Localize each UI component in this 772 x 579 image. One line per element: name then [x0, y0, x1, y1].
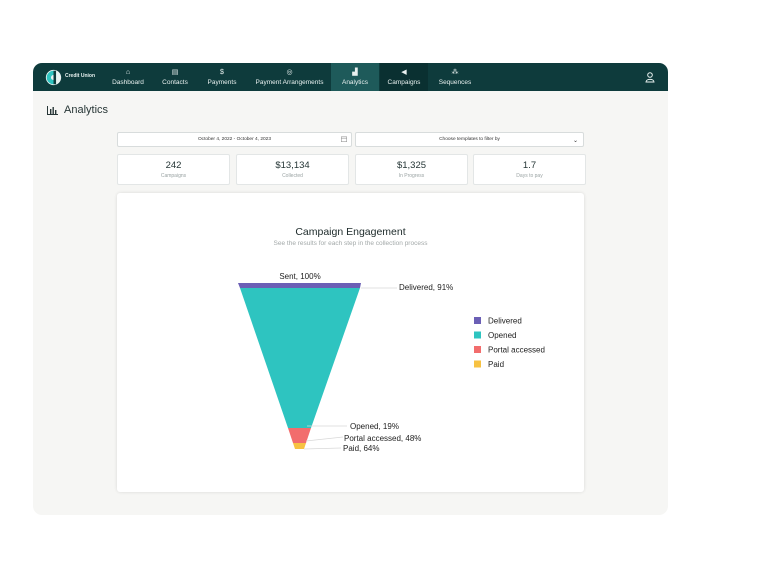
nav-payment-arrangements[interactable]: ◎ Payment Arrangements — [252, 63, 327, 91]
funnel-stage-label: Delivered, 91% — [399, 283, 453, 292]
funnel-segment-opened — [240, 288, 360, 428]
funnel-chart: Sent, 100% Delivered, 91% Opened, 19% Porta… — [238, 272, 545, 453]
funnel-leader-line — [305, 436, 344, 442]
kpi-value: $13,134 — [275, 160, 310, 171]
kpi-in-progress: $1,325 In Progress — [355, 154, 468, 185]
contacts-icon: ▤ — [171, 69, 179, 76]
calendar-icon[interactable] — [341, 136, 347, 142]
kpi-campaigns: 242 Campaigns — [117, 154, 230, 185]
nav-dashboard-label: Dashboard — [112, 79, 144, 86]
funnel-stage-label: Paid, 64% — [343, 444, 379, 453]
nav-dashboard[interactable]: ⌂ Dashboard — [110, 63, 146, 91]
megaphone-icon: ◀ — [401, 69, 407, 76]
nav-payment-arrangements-label: Payment Arrangements — [255, 79, 324, 86]
nav-campaigns[interactable]: ◀ Campaigns — [380, 63, 428, 91]
funnel-leader-line — [303, 447, 342, 450]
app-window: Credit Union ⌂ Dashboard ▤ Contacts $ Pa… — [33, 63, 668, 515]
nav-campaigns-label: Campaigns — [387, 79, 421, 86]
date-range-value: October 4, 2022 - October 4, 2023 — [197, 137, 272, 142]
sequence-icon: ⁂ — [451, 69, 459, 76]
nav-analytics[interactable]: ▟ Analytics — [331, 63, 379, 91]
funnel-stage-label: Sent, 100% — [279, 272, 320, 281]
arrangements-icon: ◎ — [286, 69, 293, 76]
kpi-label: Collected — [282, 173, 303, 179]
brand-name: Credit Union — [65, 73, 95, 79]
kpi-label: In Progress — [398, 173, 425, 179]
home-icon: ⌂ — [125, 69, 131, 76]
credit-union-logo-icon[interactable] — [45, 69, 62, 86]
analytics-icon: ▟ — [352, 69, 358, 76]
dollar-icon: $ — [220, 69, 224, 76]
nav-sequences-label: Sequences — [438, 79, 472, 86]
kpi-label: Days to pay — [516, 173, 543, 179]
nav-payments-label: Payments — [207, 79, 237, 86]
funnel-segment-paid — [293, 443, 306, 449]
kpi-label: Campaigns — [160, 173, 187, 179]
legend-label: Opened — [488, 331, 516, 340]
nav-sequences[interactable]: ⁂ Sequences — [435, 63, 475, 91]
kpi-days-to-pay: 1.7 Days to pay — [473, 154, 586, 185]
page-title-text: Analytics — [64, 104, 109, 116]
user-account-icon[interactable] — [644, 71, 656, 83]
legend-swatch — [474, 360, 481, 368]
nav-analytics-label: Analytics — [341, 79, 368, 86]
funnel-stage-label: Opened, 19% — [350, 422, 399, 431]
legend-label: Delivered — [488, 317, 522, 326]
funnel-stage-label: Portal accessed, 48% — [344, 434, 421, 443]
kpi-value: 1.7 — [522, 160, 537, 171]
legend-swatch — [474, 317, 481, 324]
kpi-value: 242 — [165, 160, 182, 171]
chevron-down-icon: ⌄ — [572, 138, 578, 144]
legend-swatch — [474, 331, 481, 339]
nav-contacts-label: Contacts — [162, 79, 188, 86]
template-filter-placeholder: Choose templates to filter by — [439, 137, 500, 142]
date-range-input[interactable]: October 4, 2022 - October 4, 2023 — [117, 132, 352, 147]
funnel-segment-delivered — [238, 283, 361, 288]
kpi-collected: $13,134 Collected — [236, 154, 349, 185]
kpi-value: $1,325 — [396, 160, 427, 171]
bar-chart-icon — [47, 105, 58, 115]
legend-label: Paid — [488, 360, 504, 369]
legend-swatch — [474, 346, 481, 353]
nav-contacts[interactable]: ▤ Contacts — [157, 63, 193, 91]
engagement-chart-panel: Campaign Engagement See the results for … — [117, 193, 584, 492]
page-title: Analytics — [47, 104, 108, 116]
legend-label: Portal accessed — [488, 346, 545, 355]
top-navigation-bar: Credit Union ⌂ Dashboard ▤ Contacts $ Pa… — [33, 63, 668, 91]
template-filter-select[interactable]: Choose templates to filter by ⌄ — [355, 132, 584, 147]
nav-payments[interactable]: $ Payments — [203, 63, 241, 91]
